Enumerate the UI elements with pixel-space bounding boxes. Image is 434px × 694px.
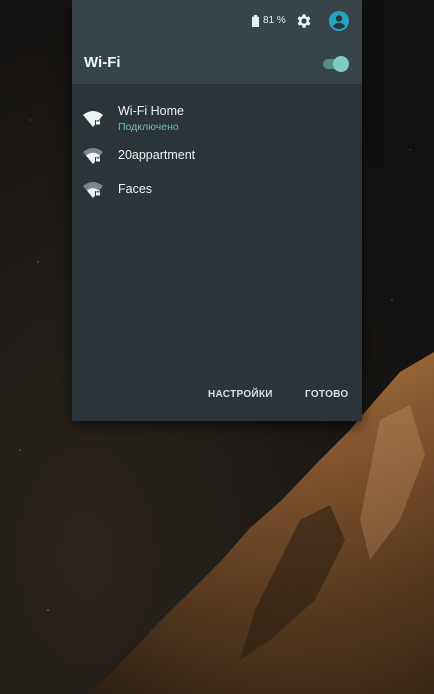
gear-icon[interactable] [295,12,313,30]
network-status: Подключено [118,121,179,133]
wifi-toggle-thumb [333,56,349,72]
status-bar: 81 % [72,0,362,42]
network-item-wifi-home[interactable]: Wi-Fi Home Подключено [72,102,362,134]
wifi-lock-icon [83,182,103,198]
wifi-header: Wi-Fi [72,42,362,85]
network-name: Faces [118,182,153,196]
wifi-lock-icon [83,111,103,127]
network-item-20appartment[interactable]: 20appartment [72,144,362,176]
network-item-faces[interactable]: Faces [72,178,362,210]
wifi-lock-icon [83,148,103,164]
wifi-title: Wi-Fi [84,54,121,71]
settings-button[interactable]: НАСТРОЙКИ [208,388,273,402]
battery-percent: 81 % [263,15,286,26]
battery-icon [252,15,259,27]
network-name: Wi-Fi Home [118,104,184,118]
done-button[interactable]: ГОТОВО [305,388,349,402]
account-circle-icon[interactable] [329,11,349,31]
wifi-quick-settings-panel: 81 % Wi-Fi Wi-Fi Home Подключено 20appar… [72,0,362,421]
network-name: 20appartment [118,148,196,162]
